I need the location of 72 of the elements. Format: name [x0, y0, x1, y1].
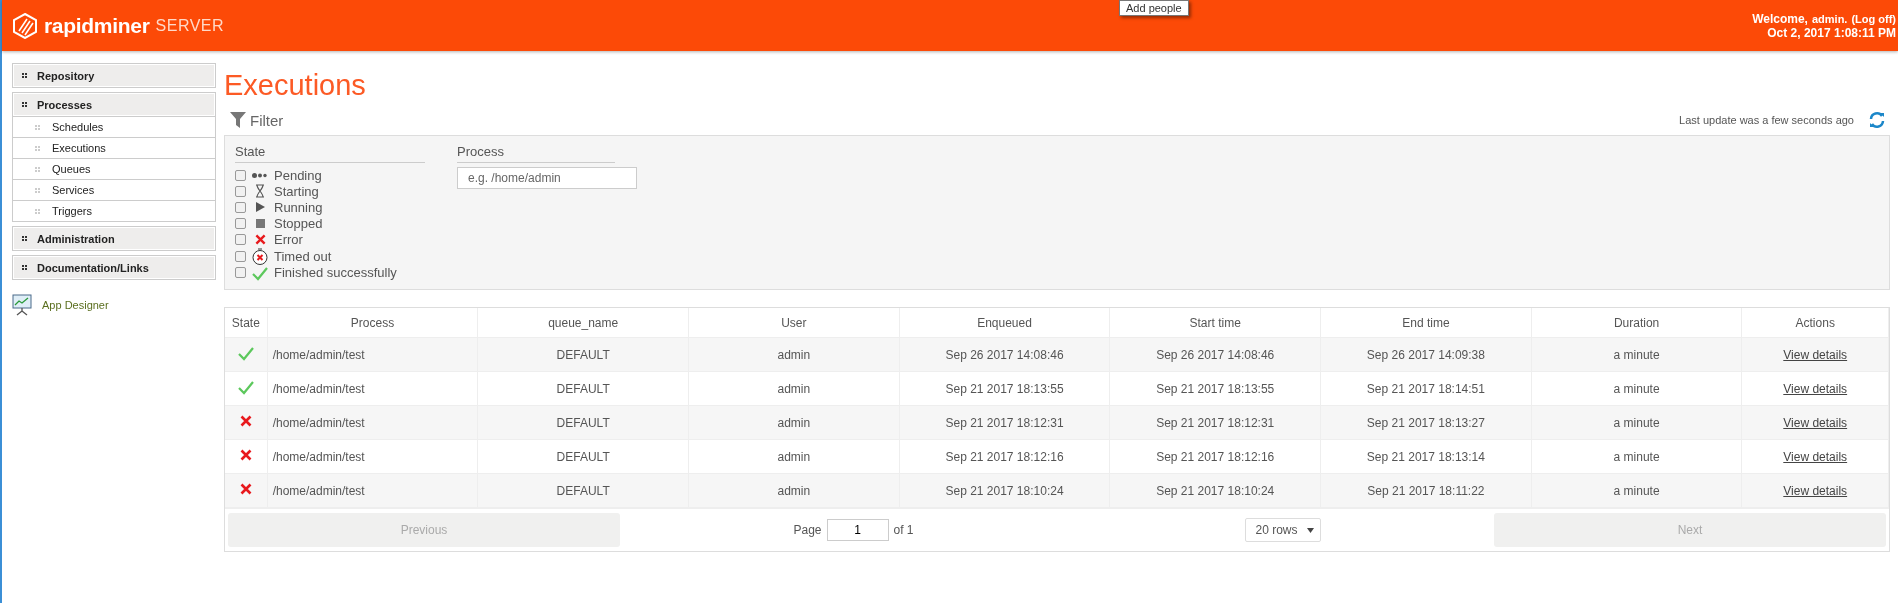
table-cell: a minute [1531, 473, 1742, 507]
state-option[interactable]: Timed out [235, 247, 425, 265]
page-label: Page [793, 523, 822, 537]
cross-icon [239, 483, 252, 495]
check-icon [237, 379, 254, 395]
welcome-text: Welcome, [1752, 11, 1808, 26]
sidebar-section-header[interactable]: Documentation/Links [13, 256, 215, 279]
grip-icon [22, 236, 27, 241]
logo-suffix: SERVER [155, 16, 225, 35]
last-update-text: Last update was a few seconds ago [1679, 114, 1854, 126]
date-time: Oct 2, 2017 1:08:11 PM [1767, 25, 1896, 40]
view-details-link[interactable]: View details [1783, 347, 1848, 362]
app-designer-link[interactable]: App Designer [12, 294, 216, 316]
sidebar-section-header[interactable]: Administration [13, 227, 215, 250]
stop-icon [255, 219, 265, 229]
view-details-link[interactable]: View details [1783, 415, 1848, 430]
grip-icon [22, 265, 27, 270]
process-field[interactable]: e.g. /home/admin [457, 167, 637, 189]
table-cell: Sep 21 2017 18:11:22 [1320, 473, 1532, 507]
play-icon [255, 202, 265, 213]
page-title: Executions [224, 68, 367, 103]
state-label: State [235, 144, 425, 163]
grip-icon [35, 124, 40, 130]
table-cell: admin [688, 473, 900, 507]
view-details-link[interactable]: View details [1783, 381, 1848, 396]
table-cell: Sep 21 2017 18:10:24 [899, 473, 1110, 507]
state-option[interactable]: Starting [235, 183, 425, 200]
grip-icon [22, 73, 27, 78]
view-details-link[interactable]: View details [1783, 483, 1848, 498]
view-details-link[interactable]: View details [1783, 449, 1848, 464]
grip-icon [35, 145, 40, 151]
checkbox[interactable] [235, 201, 246, 213]
grip-icon [22, 102, 27, 107]
timer-cross-icon [252, 247, 268, 265]
hourglass-icon [255, 184, 265, 199]
checkbox[interactable] [235, 267, 246, 279]
dots-icon [252, 172, 268, 178]
filter-icon [230, 112, 246, 128]
sidebar-section-header[interactable]: Repository [13, 64, 215, 87]
checkbox[interactable] [235, 185, 246, 197]
cross-icon [239, 415, 252, 427]
process-label: Process [457, 144, 615, 163]
table-cell: Sep 21 2017 18:10:24 [1109, 473, 1321, 507]
refresh-icon[interactable] [1868, 111, 1886, 129]
user-name: admin. [1811, 11, 1848, 26]
check-icon [237, 345, 254, 361]
checkbox[interactable] [235, 234, 246, 246]
grip-icon [35, 166, 40, 172]
state-option[interactable]: Running [235, 199, 425, 216]
page-count: of 1 [893, 523, 914, 537]
logo-text: rapidminer [44, 13, 150, 38]
chart-board-icon [12, 294, 32, 316]
filter-toggle[interactable]: Filter [224, 111, 284, 129]
grip-icon [35, 208, 40, 214]
cross-icon [239, 449, 252, 461]
page-field[interactable]: 1 [826, 519, 889, 541]
state-option[interactable]: Finished successfully [235, 264, 425, 282]
checkbox[interactable] [235, 250, 246, 262]
state-option[interactable]: Stopped [235, 215, 425, 232]
caret-icon [1306, 527, 1314, 533]
grip-icon [35, 187, 40, 193]
state-option[interactable]: Error [235, 231, 425, 248]
sidebar-section-header[interactable]: Processes [13, 93, 215, 116]
checkbox[interactable] [235, 218, 246, 230]
state-option[interactable]: Pending [235, 167, 425, 184]
checkbox[interactable] [235, 169, 246, 181]
logo-icon [12, 12, 38, 39]
table-cell: DEFAULT [477, 473, 689, 507]
tooltip: Add people [1119, 0, 1189, 16]
cross-icon [254, 234, 266, 246]
table-cell: /home/admin/test [267, 473, 478, 507]
rows-select[interactable]: 20 rows [1244, 518, 1321, 542]
